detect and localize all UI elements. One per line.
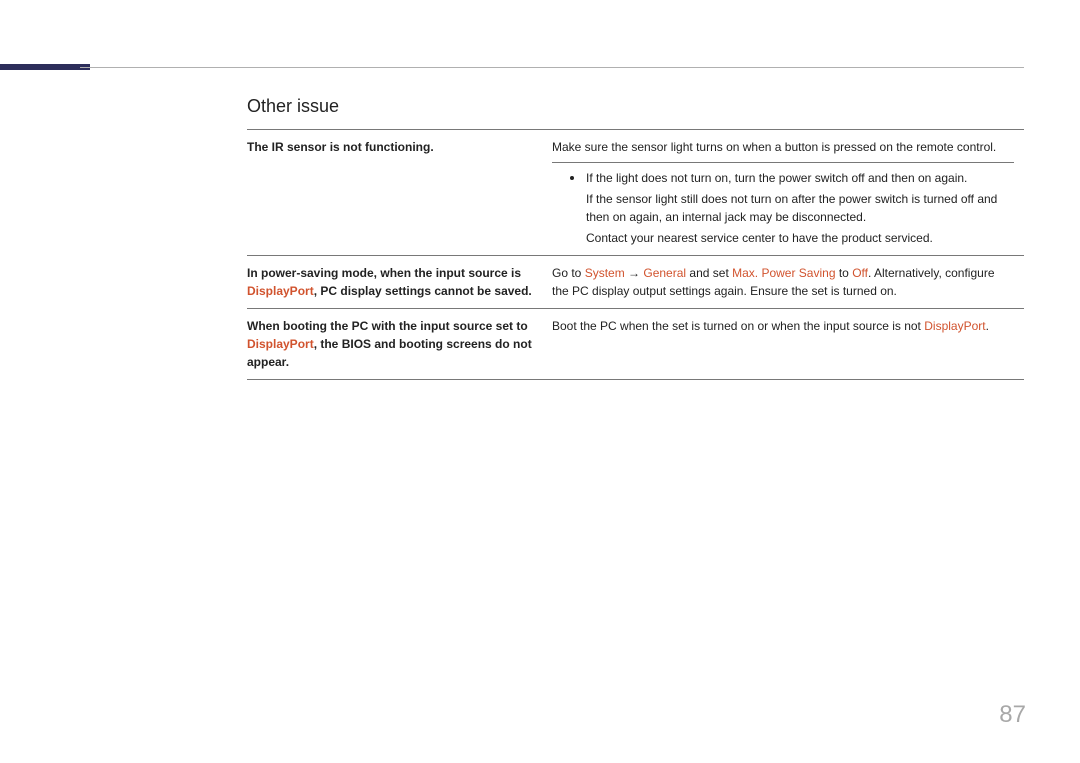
- bullet-item: If the light does not turn on, turn the …: [552, 169, 1014, 187]
- solution-text: Go to: [552, 266, 585, 280]
- table-row: The IR sensor is not functioning. Make s…: [247, 130, 1024, 256]
- section-title: Other issue: [247, 96, 1024, 117]
- solution-text: to: [836, 266, 853, 280]
- solution-followup: If the sensor light still does not turn …: [552, 190, 1014, 226]
- content-area: Other issue The IR sensor is not functio…: [247, 96, 1024, 380]
- solution-text: and set: [686, 266, 732, 280]
- issue-menu-path: DisplayPort: [247, 337, 314, 351]
- menu-path: Max. Power Saving: [732, 266, 835, 280]
- solution-lead: Make sure the sensor light turns on when…: [552, 138, 1014, 156]
- issues-table: The IR sensor is not functioning. Make s…: [247, 129, 1024, 380]
- table-row: In power-saving mode, when the input sou…: [247, 256, 1024, 309]
- menu-path: System: [585, 266, 625, 280]
- issue-cell: The IR sensor is not functioning.: [247, 130, 552, 256]
- issue-cell: When booting the PC with the input sourc…: [247, 309, 552, 380]
- issue-text-pre: In power-saving mode, when the input sou…: [247, 266, 521, 280]
- issue-cell: In power-saving mode, when the input sou…: [247, 256, 552, 309]
- solution-sub-rule: [552, 162, 1014, 163]
- solution-text: Boot the PC when the set is turned on or…: [552, 319, 924, 333]
- solution-followup: Contact your nearest service center to h…: [552, 229, 1014, 247]
- arrow-text: →: [625, 266, 644, 280]
- menu-path: Off: [852, 266, 868, 280]
- solution-text: .: [986, 319, 989, 333]
- issue-text: The IR sensor is not functioning.: [247, 140, 434, 154]
- solution-cell: Go to System → General and set Max. Powe…: [552, 256, 1024, 309]
- menu-path: DisplayPort: [924, 319, 985, 333]
- bullet-dot-icon: [570, 176, 574, 180]
- issue-text-pre: When booting the PC with the input sourc…: [247, 319, 528, 333]
- menu-path: General: [643, 266, 686, 280]
- bullet-text: If the light does not turn on, turn the …: [586, 169, 1014, 187]
- issue-menu-path: DisplayPort: [247, 284, 314, 298]
- solution-cell: Boot the PC when the set is turned on or…: [552, 309, 1024, 380]
- header-accent-bar: [0, 64, 90, 70]
- table-row: When booting the PC with the input sourc…: [247, 309, 1024, 380]
- page-number: 87: [999, 701, 1026, 729]
- header-rule: [80, 67, 1024, 68]
- solution-cell: Make sure the sensor light turns on when…: [552, 130, 1024, 256]
- issue-text-post: , PC display settings cannot be saved.: [314, 284, 532, 298]
